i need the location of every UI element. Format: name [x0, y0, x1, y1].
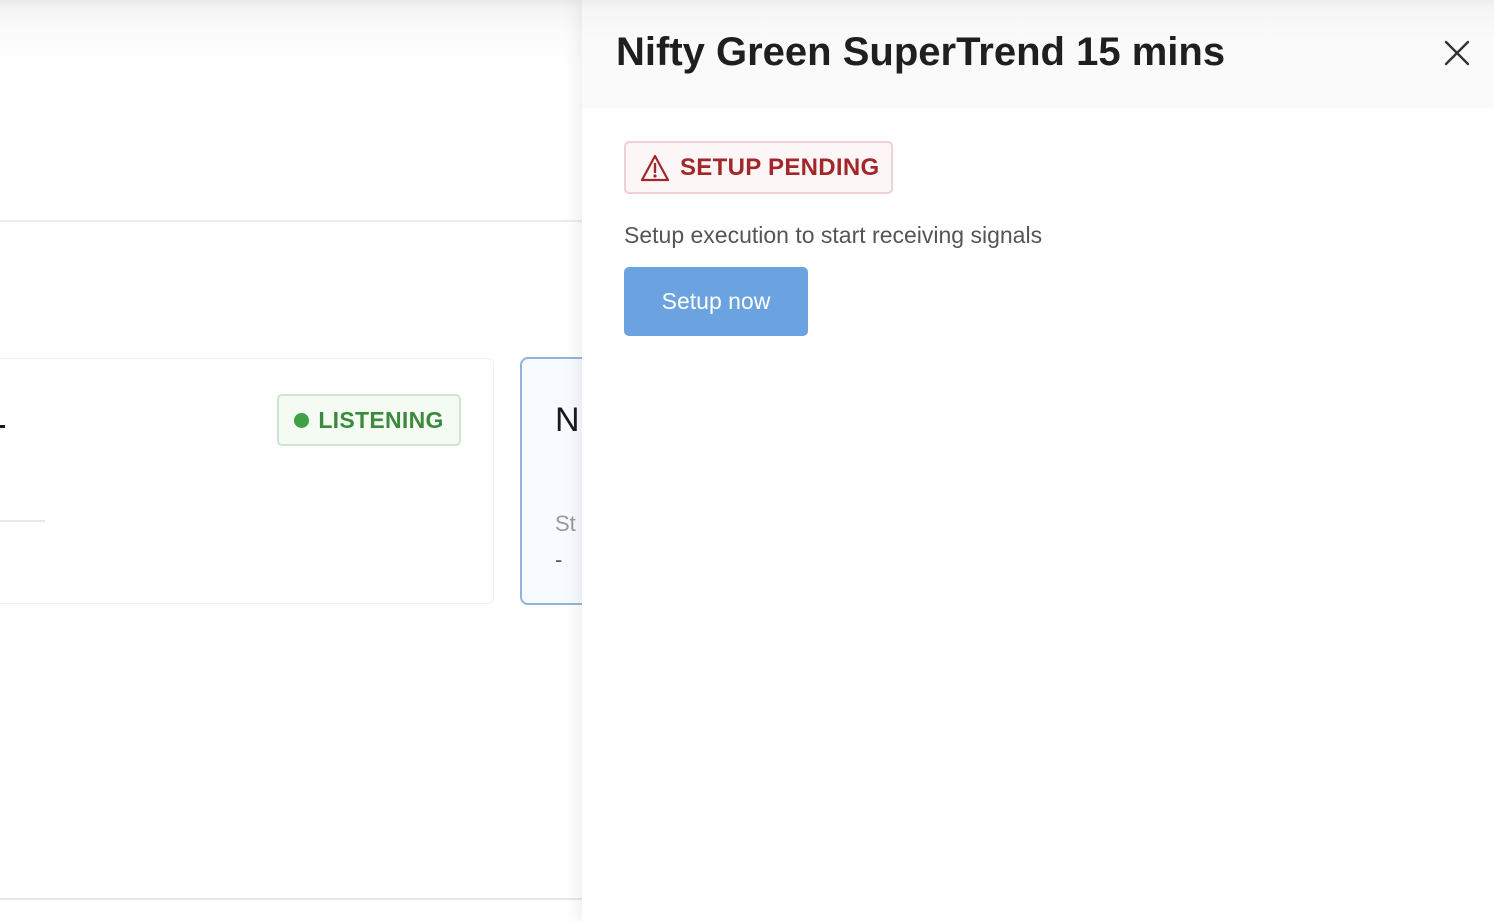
card-field-label: St: [555, 511, 576, 536]
drawer-title: Nifty Green SuperTrend 15 mins: [616, 30, 1226, 74]
background-divider: [0, 220, 600, 222]
strategy-detail-drawer: Nifty Green SuperTrend 15 mins SETUP PEN…: [582, 0, 1494, 922]
listening-status-badge: LISTENING: [277, 394, 461, 446]
listening-status-label: LISTENING: [318, 406, 444, 433]
background-page: LISTENING N St -: [0, 0, 640, 922]
close-button[interactable]: [1440, 36, 1474, 70]
page: LISTENING N St - Nifty Green SuperTrend …: [0, 0, 1494, 922]
card-title: N: [555, 401, 580, 439]
truncated-text-fragment: [0, 425, 5, 428]
card-divider: [0, 520, 45, 522]
setup-helper-text: Setup execution to start receiving signa…: [624, 222, 1043, 248]
drawer-header: Nifty Green SuperTrend 15 mins: [582, 0, 1494, 108]
background-topbar: [0, 0, 600, 70]
warning-triangle-icon: [640, 154, 670, 181]
card-field-value: -: [555, 547, 563, 572]
close-icon: [1444, 40, 1470, 66]
status-dot-icon: [294, 412, 310, 428]
background-bottom-divider: [0, 898, 600, 900]
setup-pending-label: SETUP PENDING: [680, 153, 880, 181]
setup-now-button[interactable]: Setup now: [624, 267, 808, 336]
setup-pending-badge: SETUP PENDING: [624, 141, 893, 194]
